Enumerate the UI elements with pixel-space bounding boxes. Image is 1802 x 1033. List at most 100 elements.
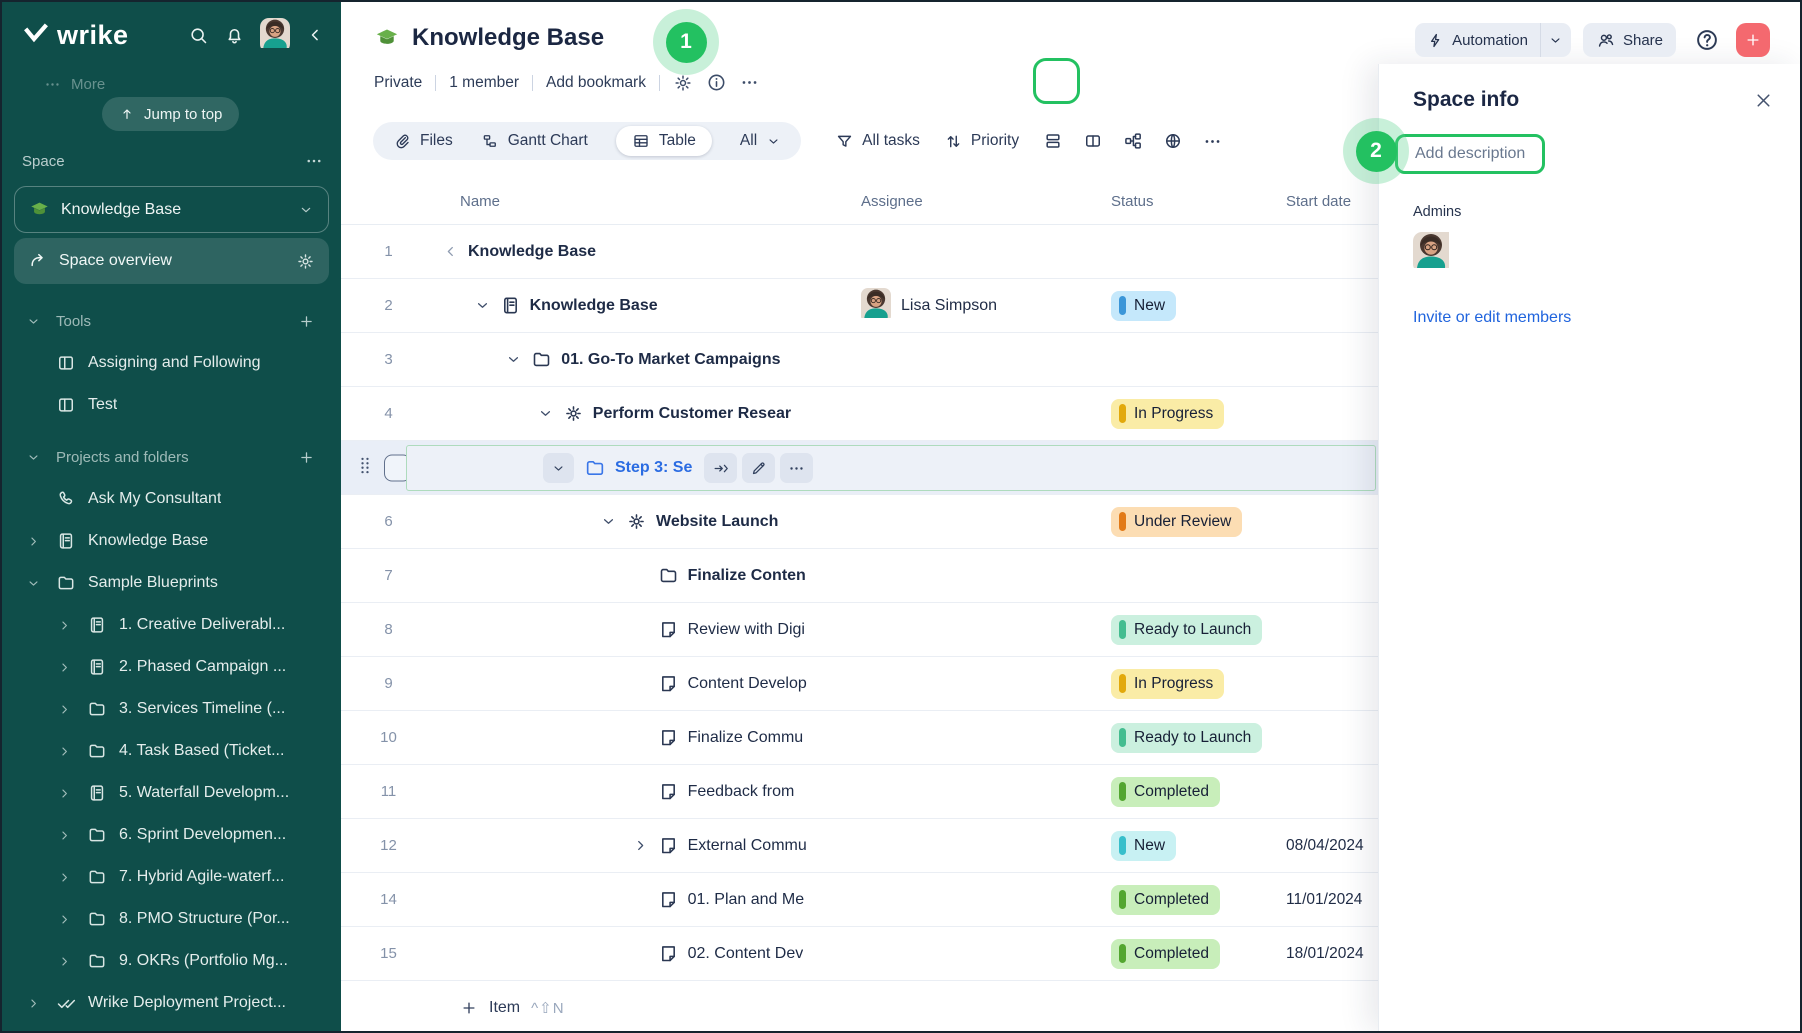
- filter-all-tasks-button[interactable]: All tasks: [835, 132, 920, 151]
- status-badge[interactable]: Completed: [1111, 885, 1220, 915]
- sidebar-item-9-okrs-portfolio-mg-[interactable]: 9. OKRs (Portfolio Mg...: [2, 940, 341, 982]
- row-name[interactable]: Feedback from: [688, 783, 795, 801]
- search-icon[interactable]: [188, 25, 209, 46]
- status-cell[interactable]: New: [1102, 831, 1282, 861]
- chevron-down-icon[interactable]: [474, 297, 500, 314]
- status-cell[interactable]: Under Review: [1102, 507, 1282, 537]
- sidebar-item-ask-my-consultant[interactable]: Ask My Consultant: [2, 478, 341, 520]
- automation-button[interactable]: Automation: [1415, 32, 1540, 49]
- status-badge[interactable]: In Progress: [1111, 399, 1224, 429]
- gear-icon[interactable]: [296, 252, 315, 271]
- chevron-down-icon[interactable]: [26, 314, 56, 329]
- row-name[interactable]: Perform Customer Resear: [593, 405, 791, 423]
- tab-table[interactable]: Table: [616, 126, 712, 156]
- sidebar-item-assigning-and-following[interactable]: Assigning and Following: [2, 342, 341, 384]
- chevron-right-icon[interactable]: [57, 954, 87, 969]
- collapse-sidebar-icon[interactable]: [305, 25, 325, 45]
- notifications-bell-icon[interactable]: [224, 25, 245, 46]
- column-width-icon[interactable]: [1083, 131, 1103, 151]
- chevron-down-icon[interactable]: [26, 450, 56, 465]
- status-badge[interactable]: Ready to Launch: [1111, 615, 1262, 645]
- status-cell[interactable]: Completed: [1102, 777, 1282, 807]
- add-description-button[interactable]: Add description: [1395, 134, 1545, 174]
- globe-icon[interactable]: [1163, 131, 1183, 151]
- space-selector[interactable]: Knowledge Base: [14, 186, 329, 233]
- sidebar-item-3-services-timeline-[interactable]: 3. Services Timeline (...: [2, 688, 341, 730]
- status-badge[interactable]: Completed: [1111, 777, 1220, 807]
- close-icon[interactable]: [1753, 90, 1774, 111]
- row-name[interactable]: 01. Go-To Market Campaigns: [561, 351, 780, 369]
- status-badge[interactable]: Completed: [1111, 939, 1220, 969]
- status-badge[interactable]: Under Review: [1111, 507, 1242, 537]
- status-cell[interactable]: Completed: [1102, 939, 1282, 969]
- row-name[interactable]: 01. Plan and Me: [688, 891, 805, 909]
- automation-dropdown-chevron[interactable]: [1541, 33, 1571, 48]
- sidebar-item-more[interactable]: More: [44, 76, 105, 93]
- sidebar-item-4-task-based-ticket-[interactable]: 4. Task Based (Ticket...: [2, 730, 341, 772]
- settings-gear-icon[interactable]: [673, 73, 693, 93]
- row-name[interactable]: Website Launch: [656, 513, 778, 531]
- status-cell[interactable]: Completed: [1102, 885, 1282, 915]
- sort-priority-button[interactable]: Priority: [944, 132, 1019, 151]
- sidebar-item-test[interactable]: Test: [2, 384, 341, 426]
- chevron-down-icon[interactable]: [505, 351, 531, 368]
- chevron-right-icon[interactable]: [26, 996, 56, 1011]
- chevron-down-icon[interactable]: [543, 453, 574, 483]
- help-question-icon[interactable]: [1694, 27, 1720, 53]
- sidebar-item-6-sprint-developmen-[interactable]: 6. Sprint Developmen...: [2, 814, 341, 856]
- chevron-right-icon[interactable]: [57, 618, 87, 633]
- subitems-hierarchy-icon[interactable]: [1123, 131, 1143, 151]
- status-badge[interactable]: In Progress: [1111, 669, 1224, 699]
- row-name[interactable]: Finalize Commu: [688, 729, 804, 747]
- row-name[interactable]: External Commu: [688, 837, 807, 855]
- sidebar-section-tools[interactable]: Tools: [2, 300, 341, 342]
- sidebar-section-projects-and-folders[interactable]: Projects and folders: [2, 436, 341, 478]
- selected-row-name[interactable]: Step 3: Se: [615, 459, 692, 477]
- status-cell[interactable]: Ready to Launch: [1102, 723, 1282, 753]
- more-view-options-icon[interactable]: [1203, 132, 1222, 151]
- sidebar-item-2-phased-campaign-[interactable]: 2. Phased Campaign ...: [2, 646, 341, 688]
- chevron-right-icon[interactable]: [57, 828, 87, 843]
- open-task-button[interactable]: [704, 453, 737, 483]
- row-name[interactable]: Finalize Conten: [688, 567, 806, 585]
- status-cell[interactable]: In Progress: [1102, 669, 1282, 699]
- tab-gantt-chart[interactable]: Gantt Chart: [481, 132, 588, 150]
- members-count[interactable]: 1 member: [449, 74, 519, 92]
- view-filter-all-dropdown[interactable]: All: [740, 132, 781, 150]
- sidebar-item-knowledge-base[interactable]: Knowledge Base: [2, 520, 341, 562]
- sidebar-item-8-pmo-structure-por-[interactable]: 8. PMO Structure (Por...: [2, 898, 341, 940]
- column-header-assignee[interactable]: Assignee: [852, 193, 1102, 210]
- chevron-right-icon[interactable]: [57, 870, 87, 885]
- chevron-right-icon[interactable]: [57, 912, 87, 927]
- chevron-left-icon[interactable]: [442, 243, 468, 260]
- row-name[interactable]: Knowledge Base: [468, 243, 596, 261]
- sidebar-item-1-creative-deliverabl-[interactable]: 1. Creative Deliverabl...: [2, 604, 341, 646]
- chevron-right-icon[interactable]: [57, 786, 87, 801]
- assignee-cell[interactable]: Lisa Simpson: [852, 288, 1102, 323]
- row-more-button[interactable]: [780, 453, 813, 483]
- status-cell[interactable]: In Progress: [1102, 399, 1282, 429]
- privacy-label[interactable]: Private: [374, 74, 422, 92]
- row-name[interactable]: Content Develop: [688, 675, 807, 693]
- row-name[interactable]: 02. Content Dev: [688, 945, 804, 963]
- user-avatar[interactable]: [260, 18, 290, 53]
- plus-icon[interactable]: [298, 313, 315, 330]
- invite-or-edit-members-link[interactable]: Invite or edit members: [1413, 309, 1774, 327]
- chevron-right-icon[interactable]: [57, 660, 87, 675]
- sidebar-item-5-waterfall-developm-[interactable]: 5. Waterfall Developm...: [2, 772, 341, 814]
- drag-handle-icon[interactable]: [354, 454, 376, 481]
- admin-avatar[interactable]: [1413, 232, 1774, 273]
- chevron-down-icon[interactable]: [600, 513, 626, 530]
- status-badge[interactable]: Ready to Launch: [1111, 723, 1262, 753]
- add-bookmark-button[interactable]: Add bookmark: [546, 74, 646, 92]
- column-header-name[interactable]: Name: [436, 193, 852, 210]
- tab-files[interactable]: Files: [393, 132, 453, 150]
- status-cell[interactable]: New: [1102, 291, 1282, 321]
- chevron-right-icon[interactable]: [57, 744, 87, 759]
- row-name[interactable]: Review with Digi: [688, 621, 805, 639]
- chevron-right-icon[interactable]: [26, 534, 56, 549]
- selected-name-cell[interactable]: Step 3: Se: [406, 445, 1376, 491]
- space-info-icon[interactable]: [706, 72, 727, 93]
- status-badge[interactable]: New: [1111, 831, 1176, 861]
- wrike-logo[interactable]: wrike: [22, 20, 129, 51]
